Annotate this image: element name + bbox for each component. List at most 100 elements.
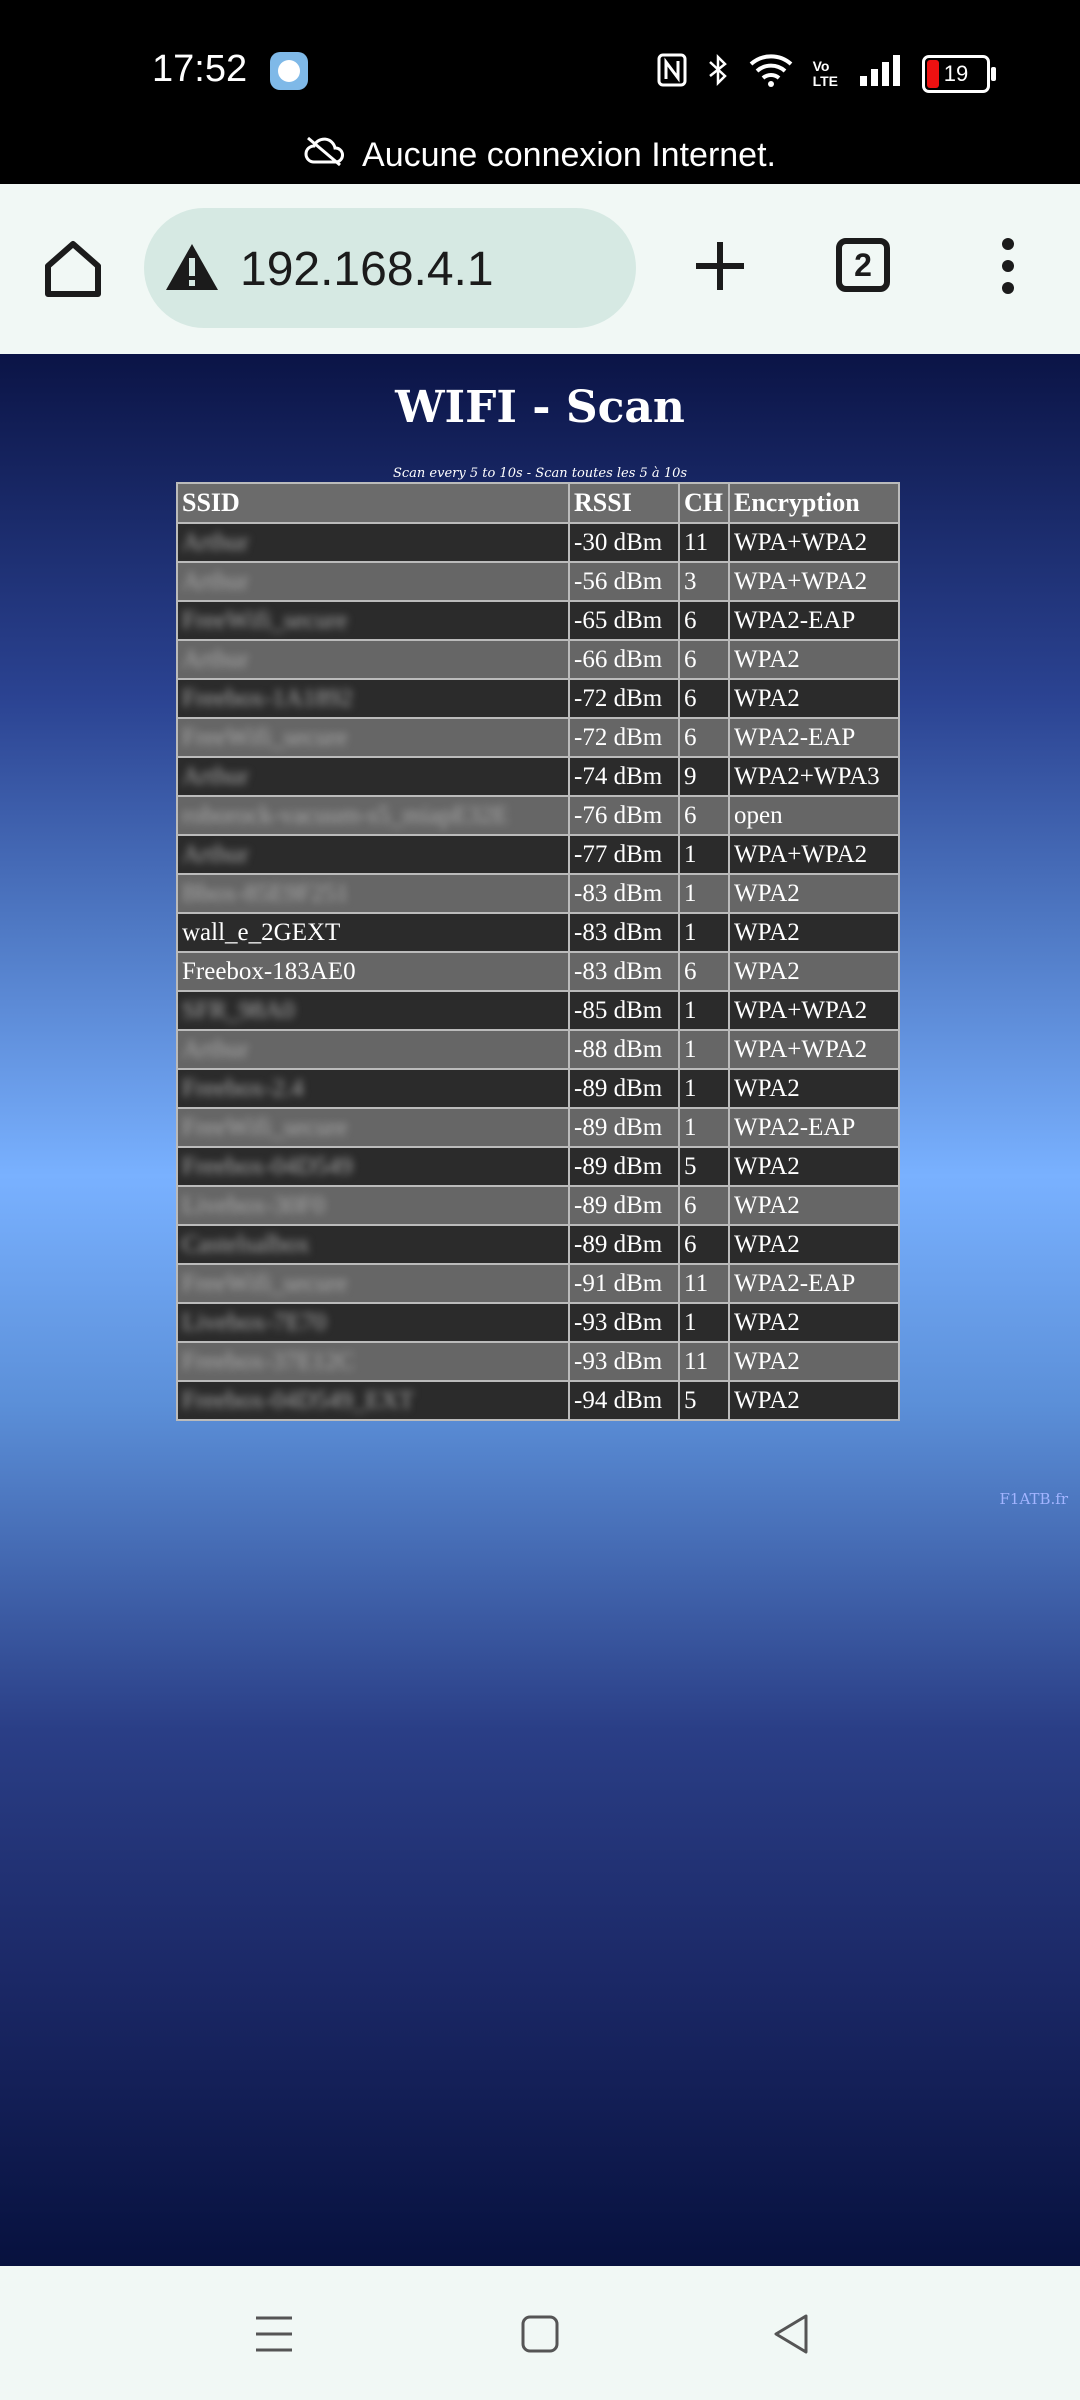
status-icons: Vo LTE 19 [657, 52, 996, 96]
table-row: wall_e_2GEXT -83 dBm 1 WPA2 [176, 912, 900, 953]
cell-rssi: -89 dBm [568, 1146, 680, 1187]
home-nav-button[interactable] [512, 2306, 568, 2362]
cell-rssi: -66 dBm [568, 639, 680, 680]
cell-channel: 6 [678, 1224, 730, 1265]
new-tab-button[interactable] [684, 230, 756, 302]
home-icon [521, 2315, 559, 2353]
cell-ssid: Freebox-2.4 [176, 1068, 570, 1109]
cell-encryption: WPA2+WPA3 [728, 756, 900, 797]
cell-encryption: WPA2 [728, 912, 900, 953]
credit-text: F1ATB.fr [999, 1490, 1068, 1508]
cell-ssid: Arthur [176, 522, 570, 563]
more-vert-icon [1002, 238, 1014, 294]
cell-channel: 9 [678, 756, 730, 797]
cell-encryption: open [728, 795, 900, 836]
table-row: Arthur -66 dBm 6 WPA2 [176, 639, 900, 680]
ssid-text: Freebox-04D549 [182, 1153, 353, 1180]
table-row: Freebox-183AE0 -83 dBm 6 WPA2 [176, 951, 900, 992]
cell-rssi: -85 dBm [568, 990, 680, 1031]
recents-icon [256, 2316, 292, 2352]
cell-encryption: WPA2 [728, 1302, 900, 1343]
table-row: Arthur -56 dBm 3 WPA+WPA2 [176, 561, 900, 602]
cell-channel: 5 [678, 1380, 730, 1421]
ssid-text: Freebox-37E12C [182, 1348, 355, 1375]
cell-rssi: -93 dBm [568, 1341, 680, 1382]
cell-rssi: -91 dBm [568, 1263, 680, 1304]
table-row: roborock-vacuum-s5_miapE32E -76 dBm 6 open [176, 795, 900, 836]
volte-icon: Vo LTE [812, 58, 838, 89]
cell-channel: 6 [678, 951, 730, 992]
home-button[interactable] [38, 234, 108, 304]
cell-channel: 11 [678, 1263, 730, 1304]
cell-encryption: WPA2 [728, 1380, 900, 1421]
cell-channel: 6 [678, 639, 730, 680]
cell-encryption: WPA2 [728, 1146, 900, 1187]
recents-button[interactable] [246, 2306, 302, 2362]
cell-ssid: Arthur [176, 756, 570, 797]
cell-encryption: WPA2-EAP [728, 1263, 900, 1304]
ssid-text: Freebox-04D549_EXT [182, 1387, 414, 1414]
ssid-text: Castelsalbox [182, 1231, 310, 1258]
warning-icon[interactable] [164, 240, 220, 296]
table-row: Arthur -74 dBm 9 WPA2+WPA3 [176, 756, 900, 797]
system-nav-bar [0, 2266, 1080, 2400]
cell-ssid: Livebox-7E70 [176, 1302, 570, 1343]
cell-channel: 1 [678, 912, 730, 953]
table-body: Arthur -30 dBm 11 WPA+WPA2 Arthur -56 dBm 3 WPA… [176, 522, 900, 1421]
back-button[interactable] [764, 2306, 820, 2362]
cell-ssid: roborock-vacuum-s5_miapE32E [176, 795, 570, 836]
status-bar: 17:52 Vo LTE 19 Aucune connexion Internet… [0, 0, 1080, 174]
ssid-text: FreeWifi_secure [182, 1114, 348, 1141]
cloud-off-icon [304, 136, 345, 175]
tab-switcher-button[interactable]: 2 [836, 238, 890, 292]
cell-channel: 1 [678, 1068, 730, 1109]
cell-channel: 1 [678, 1029, 730, 1070]
table-row: Livebox-7E70 -93 dBm 1 WPA2 [176, 1302, 900, 1343]
url-text: 192.168.4.1 [240, 243, 494, 296]
cell-rssi: -94 dBm [568, 1380, 680, 1421]
cell-encryption: WPA2 [728, 1068, 900, 1109]
cell-encryption: WPA2 [728, 873, 900, 914]
cell-channel: 6 [678, 795, 730, 836]
cell-encryption: WPA2-EAP [728, 1107, 900, 1148]
ssid-text: Freebox-2.4 [182, 1075, 304, 1102]
cell-ssid: FreeWifi_secure [176, 1263, 570, 1304]
ssid-text: Arthur [182, 1036, 249, 1063]
cell-ssid: Freebox-04D549 [176, 1146, 570, 1187]
table-row: Freebox-37E12C -93 dBm 11 WPA2 [176, 1341, 900, 1382]
ssid-text: wall_e_2GEXT [182, 919, 341, 946]
table-row: SFR_98A0 -85 dBm 1 WPA+WPA2 [176, 990, 900, 1031]
status-time: 17:52 [152, 48, 248, 90]
home-icon [45, 241, 101, 297]
cell-ssid: Freebox-04D549_EXT [176, 1380, 570, 1421]
cell-ssid: Livebox-30F0 [176, 1185, 570, 1226]
cell-ssid: wall_e_2GEXT [176, 912, 570, 953]
cell-ssid: Freebox-183AE0 [176, 951, 570, 992]
overflow-menu-button[interactable] [990, 230, 1026, 302]
cell-ssid: Arthur [176, 834, 570, 875]
ssid-text: Arthur [182, 568, 249, 595]
url-bar[interactable]: 192.168.4.1 [144, 208, 636, 328]
cell-rssi: -56 dBm [568, 561, 680, 602]
cell-channel: 1 [678, 834, 730, 875]
cell-encryption: WPA2 [728, 1224, 900, 1265]
cell-rssi: -83 dBm [568, 951, 680, 992]
cell-channel: 1 [678, 1107, 730, 1148]
cell-channel: 1 [678, 990, 730, 1031]
browser-toolbar: 192.168.4.1 2 [0, 184, 1080, 356]
cell-encryption: WPA2 [728, 678, 900, 719]
cell-channel: 1 [678, 873, 730, 914]
cell-encryption: WPA+WPA2 [728, 1029, 900, 1070]
plus-icon [696, 242, 744, 290]
header-encryption: Encryption [728, 482, 900, 524]
cell-rssi: -88 dBm [568, 1029, 680, 1070]
cell-rssi: -72 dBm [568, 717, 680, 758]
cell-encryption: WPA2 [728, 951, 900, 992]
header-ssid: SSID [176, 482, 570, 524]
nfc-icon [657, 53, 687, 95]
table-header-row: SSID RSSI CH Encryption [176, 482, 900, 524]
cell-encryption: WPA+WPA2 [728, 990, 900, 1031]
ssid-text: Arthur [182, 763, 249, 790]
cell-ssid: FreeWifi_secure [176, 1107, 570, 1148]
table-row: Arthur -88 dBm 1 WPA+WPA2 [176, 1029, 900, 1070]
